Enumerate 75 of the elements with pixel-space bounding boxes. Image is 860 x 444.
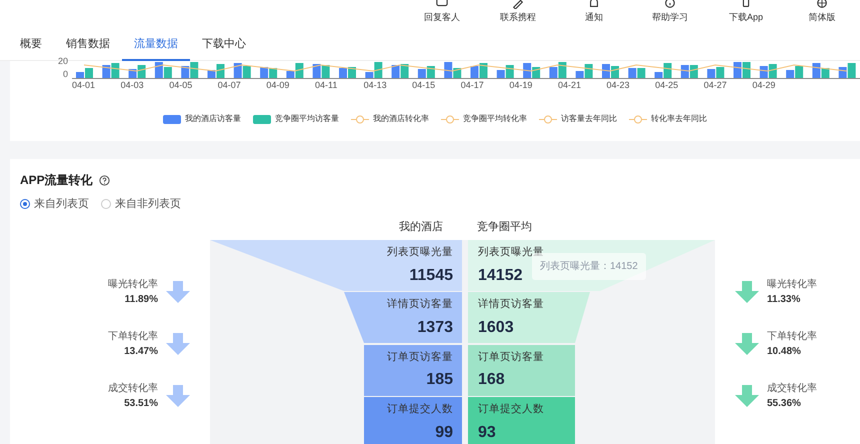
stage-value: 168 (478, 370, 506, 390)
legend-label: 我的酒店转化率 (373, 113, 429, 125)
help-icon[interactable] (98, 174, 110, 186)
stage-value: 11545 (408, 266, 453, 286)
pen-icon (511, 0, 525, 9)
rate-value: 11.33% (767, 293, 802, 307)
down-arrow-icon (735, 281, 759, 303)
axis-label: 04-13 (364, 79, 388, 92)
axis-label: 20 (56, 55, 68, 68)
stage-value: 93 (478, 422, 497, 443)
axis-label: 04-05 (169, 79, 194, 92)
rate-label: 下单转化率 (108, 330, 158, 344)
tab[interactable]: 下载中心 (190, 30, 258, 61)
axis-label: 04-07 (218, 79, 242, 92)
radio-option[interactable]: 来自非列表页 (101, 196, 181, 212)
axis-label: 04-27 (704, 79, 728, 92)
legend-label: 竞争圈平均访客量 (275, 113, 339, 125)
stage-value: 14152 (478, 266, 524, 286)
rate-value: 10.48% (767, 345, 802, 359)
help-icon (663, 0, 677, 9)
axis-label: 04-25 (655, 79, 680, 92)
axis-label: 0 (62, 68, 68, 81)
rate-label: 曝光转化率 (108, 278, 158, 292)
section-title: APP流量转化 (20, 172, 93, 189)
rate-label: 成交转化率 (108, 382, 158, 396)
legend-label: 转化率去年同比 (651, 113, 707, 125)
nav-button[interactable]: 帮助学习 (632, 0, 708, 30)
axis-label: 04-23 (606, 79, 631, 92)
down-arrow-icon (166, 281, 190, 303)
down-arrow-icon (166, 333, 190, 355)
nav-button[interactable]: 回复客人 (404, 0, 480, 30)
column-header: 我的酒店 (399, 220, 443, 235)
rate-label: 曝光转化率 (767, 278, 817, 292)
stage-label: 订单提交人数 (387, 402, 453, 417)
nav-button[interactable]: 联系携程 (480, 0, 556, 30)
nav-button[interactable]: 简体版 (784, 0, 860, 30)
stage-label: 订单页访客量 (478, 350, 544, 365)
axis-label: 04-17 (460, 79, 485, 92)
rate-label: 下单转化率 (767, 330, 817, 344)
axis-label: 04-29 (752, 79, 776, 92)
stage-value: 99 (434, 422, 453, 443)
down-arrow-icon (735, 385, 759, 407)
rate-value: 13.47% (123, 345, 158, 359)
down-arrow-icon (735, 333, 759, 355)
legend-label: 访客量去年同比 (561, 113, 617, 125)
rate-value: 53.51% (123, 397, 158, 411)
stage-value: 185 (425, 370, 453, 390)
stage-label: 订单提交人数 (478, 402, 544, 417)
tab[interactable]: 概要 (8, 30, 54, 61)
radio-option[interactable]: 来自列表页 (20, 196, 89, 212)
stage-value: 1603 (478, 318, 515, 338)
stage-label: 详情页访客量 (387, 297, 453, 312)
down-arrow-icon (166, 385, 190, 407)
stage-label: 订单页访客量 (387, 350, 453, 365)
axis-label: 04-21 (558, 79, 582, 92)
stage-label: 详情页访客量 (478, 297, 544, 312)
axis-label: 04-09 (266, 79, 290, 92)
axis-label: 04-19 (509, 79, 534, 92)
stage-value: 1373 (416, 318, 453, 338)
axis-label: 04-15 (412, 79, 436, 92)
legend-label: 竞争圈平均转化率 (463, 113, 527, 125)
rate-value: 55.36% (767, 397, 802, 411)
column-header: 竞争圈平均 (477, 220, 532, 235)
stage-label: 列表页曝光量 (387, 245, 453, 260)
rate-label: 成交转化率 (767, 382, 817, 396)
bell-icon (587, 0, 601, 9)
axis-label: 04-11 (314, 79, 338, 92)
rate-value: 11.89% (124, 293, 158, 307)
axis-label: 04-03 (120, 79, 145, 92)
nav-button[interactable]: 通知 (556, 0, 632, 30)
globe-icon (815, 0, 829, 9)
legend-label: 我的酒店访客量 (185, 113, 241, 125)
axis-label: 04-01 (72, 79, 96, 92)
nav-button[interactable]: 下载App (708, 0, 784, 30)
chat-icon (435, 0, 449, 9)
